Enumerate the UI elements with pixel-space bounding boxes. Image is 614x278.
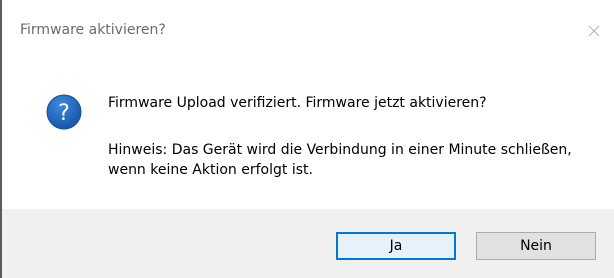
- dialog-hint: Hinweis: Das Gerät wird die Verbindung i…: [108, 142, 572, 178]
- dialog-content: ? Firmware Upload verifiziert. Firmware …: [2, 60, 614, 209]
- close-icon: [588, 25, 600, 37]
- close-button[interactable]: [582, 19, 606, 43]
- window-title: Firmware aktivieren?: [20, 22, 166, 38]
- message-dialog: Firmware aktivieren? ? Firmware Upload v…: [0, 0, 614, 278]
- svg-text:?: ?: [58, 101, 70, 126]
- dialog-message: Firmware Upload verifiziert. Firmware je…: [108, 95, 487, 111]
- no-button[interactable]: Nein: [476, 232, 596, 260]
- yes-button[interactable]: Ja: [336, 232, 456, 260]
- question-icon: ?: [46, 94, 82, 130]
- title-bar[interactable]: Firmware aktivieren?: [2, 0, 614, 60]
- button-bar: Ja Nein: [2, 209, 614, 278]
